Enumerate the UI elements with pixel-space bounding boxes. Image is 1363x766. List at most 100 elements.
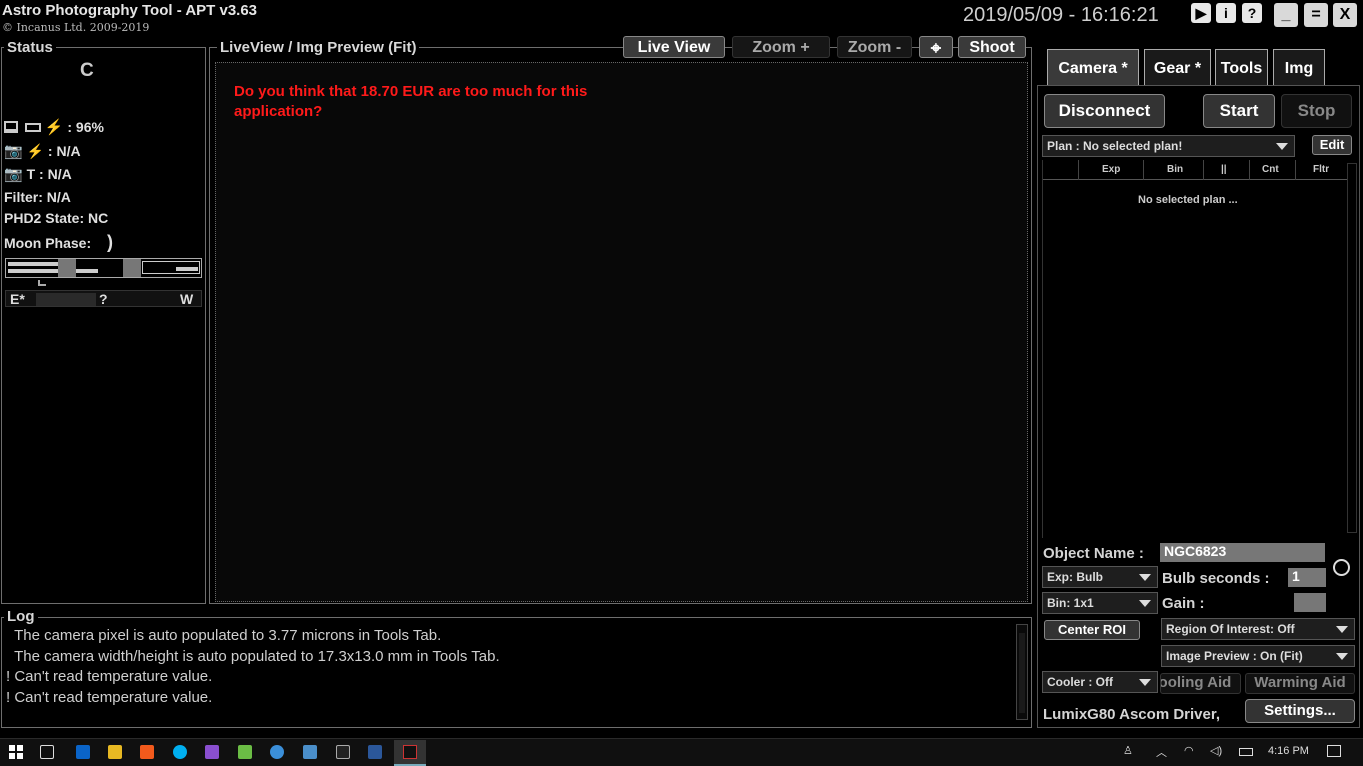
exposure-select-value: Exp: Bulb: [1047, 570, 1103, 584]
battery-tray-icon[interactable]: [1239, 748, 1253, 756]
copyright-text: © Incanus Ltd. 2009-2019: [2, 21, 150, 34]
volume-icon[interactable]: ◁): [1210, 744, 1222, 757]
log-label: Log: [4, 608, 38, 625]
stop-button[interactable]: Stop: [1281, 94, 1352, 128]
camera-icon: 📷: [4, 166, 23, 183]
play-icon[interactable]: ▶: [1191, 3, 1211, 23]
skype-icon[interactable]: [173, 745, 187, 759]
log-line: ! Can't read temperature value.: [6, 668, 213, 685]
camera-temp-value: N/A: [47, 166, 72, 182]
chevron-up-icon[interactable]: ︿: [1156, 744, 1167, 760]
terminal-icon[interactable]: [336, 745, 350, 759]
power-icon: ⚡: [26, 143, 45, 159]
notepad-icon[interactable]: [238, 745, 252, 759]
plan-select[interactable]: Plan : No selected plan!: [1042, 135, 1295, 157]
bulb-seconds-input[interactable]: 1: [1288, 568, 1326, 587]
gain-input[interactable]: [1294, 593, 1326, 612]
camera-icon: 📷: [4, 143, 23, 160]
tab-img[interactable]: Img: [1273, 49, 1325, 85]
visual-studio-icon[interactable]: [205, 745, 219, 759]
object-name-input[interactable]: NGC6823: [1160, 543, 1325, 562]
plan-scrollbar[interactable]: [1347, 163, 1357, 533]
help-icon[interactable]: ?: [1242, 3, 1262, 23]
clock-time[interactable]: 4:16 PM: [1268, 745, 1309, 757]
task-view-icon[interactable]: [40, 745, 54, 759]
preview-label: LiveView / Img Preview (Fit): [217, 39, 420, 56]
minimize-button[interactable]: _: [1274, 3, 1298, 27]
image-preview-select[interactable]: Image Preview : On (Fit): [1161, 645, 1355, 667]
meridian-unknown: ?: [99, 291, 108, 307]
image-preview-area[interactable]: [215, 62, 1028, 602]
connection-indicator: C: [80, 60, 94, 81]
roi-select-value: Region Of Interest: Off: [1166, 622, 1295, 636]
log-content: The camera pixel is auto populated to 3.…: [6, 627, 1006, 709]
restore-button[interactable]: =: [1304, 3, 1328, 27]
chevron-down-icon: [1139, 679, 1151, 686]
start-icon[interactable]: [9, 745, 23, 759]
image-preview-select-value: Image Preview : On (Fit): [1166, 649, 1303, 663]
battery-value: : 96%: [67, 119, 104, 135]
info-icon[interactable]: i: [1216, 3, 1236, 23]
log-scrollbar[interactable]: [1016, 624, 1028, 720]
disconnect-button[interactable]: Disconnect: [1044, 94, 1165, 128]
nag-message: Do you think that 18.70 EUR are too much…: [234, 83, 588, 120]
edge-icon[interactable]: [270, 745, 284, 759]
moon-phase-row: Moon Phase: ): [4, 232, 113, 253]
chevron-down-icon: [1336, 626, 1348, 633]
roi-select[interactable]: Region Of Interest: Off: [1161, 618, 1355, 640]
camera-temp-label: T :: [26, 166, 44, 182]
zoom-in-button[interactable]: Zoom +: [732, 36, 830, 58]
computer-icon: [4, 121, 18, 133]
shoot-button[interactable]: Shoot: [958, 36, 1026, 58]
warming-aid-button[interactable]: Warming Aid: [1245, 673, 1355, 694]
apt-taskbar-item[interactable]: [394, 740, 426, 766]
word-icon[interactable]: [368, 745, 382, 759]
cooler-select-value: Cooler : Off: [1047, 675, 1113, 689]
object-name-label: Object Name :: [1043, 545, 1144, 562]
settings-button[interactable]: Settings...: [1245, 699, 1355, 723]
brave-icon[interactable]: [140, 745, 154, 759]
binning-select-value: Bin: 1x1: [1047, 596, 1094, 610]
people-icon[interactable]: ♙: [1123, 744, 1133, 757]
live-view-button[interactable]: Live View: [623, 36, 725, 58]
tab-camera[interactable]: Camera *: [1047, 49, 1139, 85]
start-button[interactable]: Start: [1203, 94, 1275, 128]
tab-gear[interactable]: Gear *: [1144, 49, 1211, 85]
binning-select[interactable]: Bin: 1x1: [1042, 592, 1158, 614]
zoom-out-button[interactable]: Zoom -: [837, 36, 912, 58]
file-explorer-icon[interactable]: [108, 745, 122, 759]
plan-table[interactable]: [1042, 160, 1347, 538]
close-button[interactable]: X: [1333, 3, 1357, 27]
meridian-row: E* ? W: [5, 290, 202, 307]
crosshair-icon[interactable]: ⌖: [919, 36, 953, 58]
battery-icon: [24, 123, 41, 132]
meridian-fill: [36, 293, 96, 306]
east-label: E*: [10, 291, 25, 307]
notifications-icon[interactable]: [1327, 745, 1341, 757]
edit-plan-button[interactable]: Edit: [1312, 135, 1352, 155]
control-panel-icon[interactable]: [303, 745, 317, 759]
status-label: Status: [4, 39, 56, 56]
log-line: ! Can't read temperature value.: [6, 688, 213, 706]
center-roi-button[interactable]: Center ROI: [1044, 620, 1140, 640]
exposure-select[interactable]: Exp: Bulb: [1042, 566, 1158, 588]
driver-name-label: LumixG80 Ascom Driver,: [1043, 706, 1221, 723]
plan-empty-text: No selected plan ...: [1138, 194, 1238, 206]
camera-battery-value: : N/A: [47, 143, 81, 159]
altitude-bar: [5, 258, 202, 278]
wifi-icon[interactable]: ◠: [1184, 744, 1194, 757]
camera-battery-row: 📷 ⚡ : N/A: [4, 142, 81, 160]
filter-status: Filter: N/A: [4, 189, 71, 205]
pointer-marker: [38, 280, 46, 286]
cooling-aid-button[interactable]: Cooling Aid: [1160, 673, 1241, 694]
plan-select-value: Plan : No selected plan!: [1047, 139, 1183, 153]
gain-label: Gain :: [1162, 595, 1205, 612]
outlook-icon[interactable]: [76, 745, 90, 759]
cooler-select[interactable]: Cooler : Off: [1042, 671, 1158, 693]
phd2-status: PHD2 State: NC: [4, 210, 109, 226]
log-line: The camera width/height is auto populate…: [6, 647, 500, 665]
tab-tools[interactable]: Tools: [1215, 49, 1268, 85]
refresh-icon[interactable]: [1333, 559, 1350, 576]
battery-row: ⚡ : 96%: [4, 118, 104, 136]
datetime-display: 2019/05/09 - 16:16:21: [963, 4, 1159, 26]
